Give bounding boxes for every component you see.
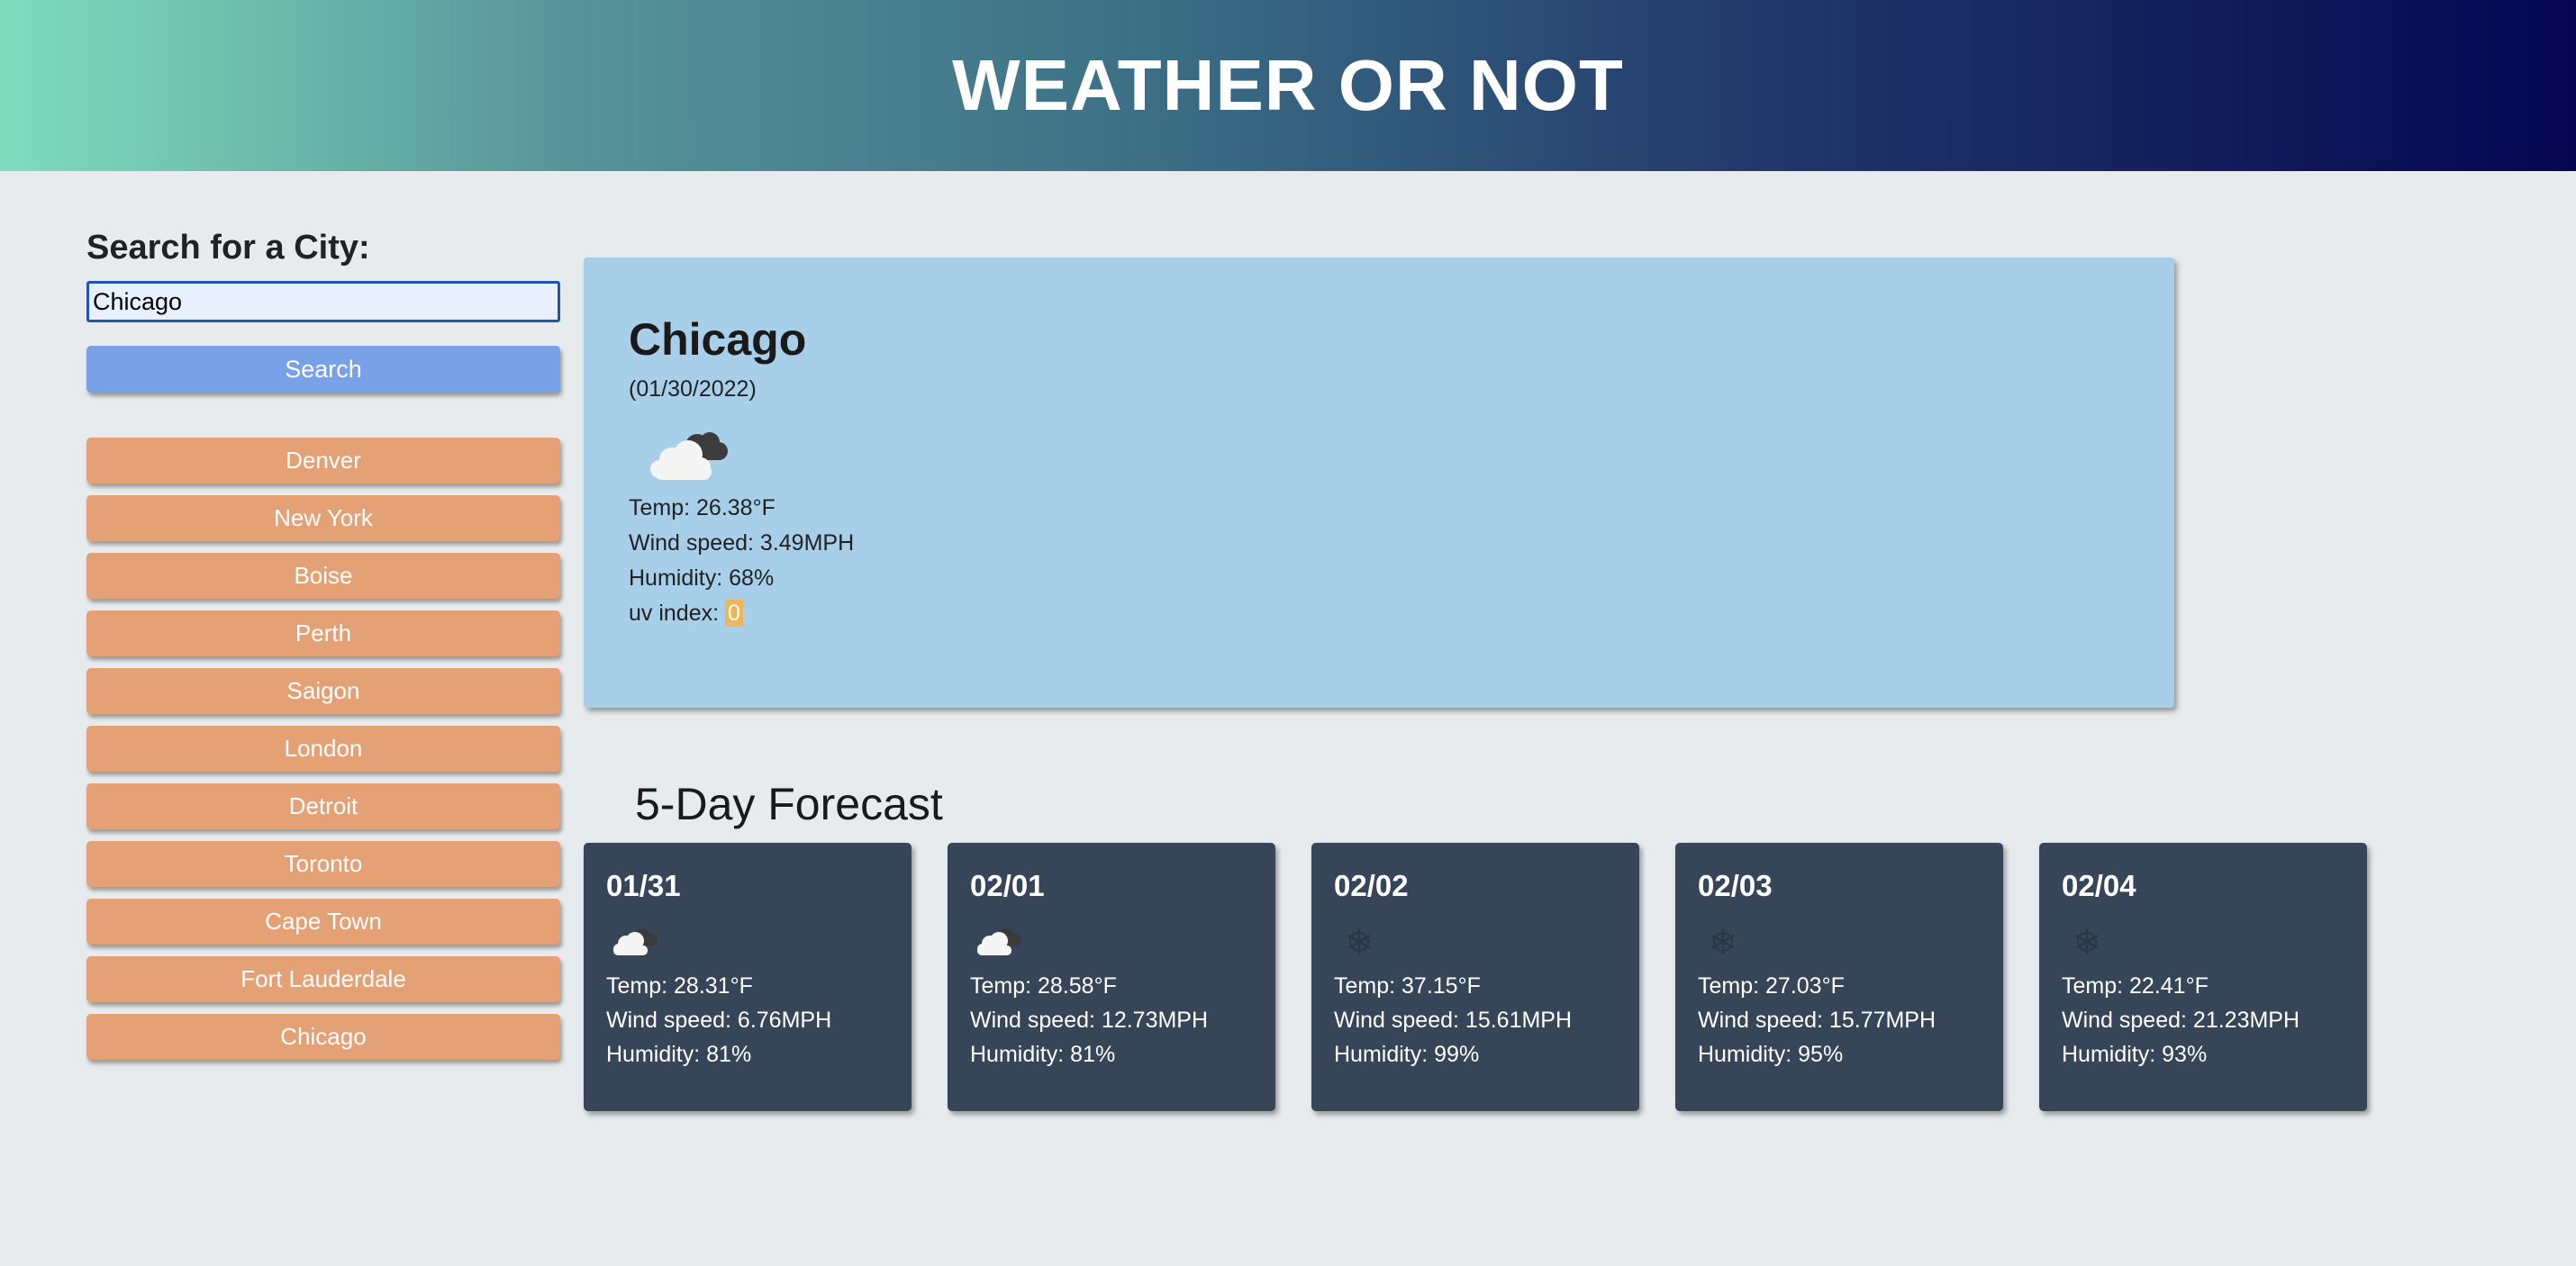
current-city-name: Chicago — [629, 314, 807, 365]
search-input[interactable] — [86, 281, 560, 322]
cloudy-icon — [641, 419, 731, 491]
sidebar: Search for a City: Search Denver New Yor… — [86, 225, 562, 1072]
history-item-saigon[interactable]: Saigon — [86, 668, 560, 714]
forecast-card: 01/31 Temp: 28.31°F Wind speed: 6.76MPH … — [584, 843, 912, 1111]
forecast-wind: Wind speed: 15.77MPH — [1698, 1008, 1937, 1033]
history-item-denver[interactable]: Denver — [86, 438, 560, 484]
history-item-boise[interactable]: Boise — [86, 553, 560, 599]
history-item-perth[interactable]: Perth — [86, 610, 560, 656]
history-item-cape-town[interactable]: Cape Town — [86, 899, 560, 945]
forecast-date: 02/04 — [2062, 869, 2136, 902]
forecast-temp: Temp: 27.03°F — [1698, 973, 1845, 999]
forecast-date: 02/03 — [1698, 869, 1773, 902]
forecast-temp: Temp: 37.15°F — [1334, 973, 1481, 999]
forecast-temp: Temp: 22.41°F — [2062, 973, 2209, 999]
forecast-humidity: Humidity: 95% — [1698, 1042, 1844, 1067]
forecast-temp: Temp: 28.58°F — [970, 973, 1117, 999]
uv-label: uv index: — [629, 601, 726, 626]
forecast-row: 01/31 Temp: 28.31°F Wind speed: 6.76MPH … — [584, 843, 2367, 1111]
current-temp: Temp: 26.38°F — [629, 495, 776, 520]
search-button[interactable]: Search — [86, 346, 560, 393]
forecast-card: 02/02 Temp: 37.15°F Wind speed: 15.61MPH… — [1311, 843, 1639, 1111]
forecast-humidity: Humidity: 93% — [2062, 1042, 2208, 1067]
forecast-date: 01/31 — [606, 869, 681, 902]
cloudy-icon — [606, 917, 664, 962]
current-humidity: Humidity: 68% — [629, 565, 775, 591]
uv-badge: 0 — [725, 600, 743, 627]
current-uv: uv index: 0 — [629, 596, 2174, 631]
history-item-chicago[interactable]: Chicago — [86, 1014, 560, 1060]
search-history: Denver New York Boise Perth Saigon Londo… — [86, 438, 562, 1060]
forecast-title: 5-Day Forecast — [635, 779, 943, 829]
forecast-card: 02/01 Temp: 28.58°F Wind speed: 12.73MPH… — [948, 843, 1275, 1111]
forecast-card: 02/03 Temp: 27.03°F Wind speed: 15.77MPH… — [1675, 843, 2003, 1111]
snow-icon — [1698, 917, 1755, 962]
snow-icon — [1334, 917, 1392, 962]
app-title: WEATHER OR NOT — [952, 45, 1624, 125]
forecast-wind: Wind speed: 12.73MPH — [970, 1008, 1209, 1033]
forecast-date: 02/02 — [1334, 869, 1409, 902]
search-label: Search for a City: — [86, 229, 370, 267]
current-weather-card: Chicago (01/30/2022) Temp: 26.38°F Wind … — [584, 258, 2174, 708]
cloudy-icon — [970, 917, 1028, 962]
forecast-wind: Wind speed: 21.23MPH — [2062, 1008, 2300, 1033]
app-header: WEATHER OR NOT — [0, 0, 2576, 171]
forecast-wind: Wind speed: 6.76MPH — [606, 1008, 832, 1033]
history-item-fort-lauderdale[interactable]: Fort Lauderdale — [86, 956, 560, 1002]
history-item-new-york[interactable]: New York — [86, 495, 560, 541]
history-item-london[interactable]: London — [86, 726, 560, 772]
forecast-wind: Wind speed: 15.61MPH — [1334, 1008, 1573, 1033]
history-item-detroit[interactable]: Detroit — [86, 783, 560, 829]
forecast-humidity: Humidity: 99% — [1334, 1042, 1480, 1067]
forecast-card: 02/04 Temp: 22.41°F Wind speed: 21.23MPH… — [2039, 843, 2367, 1111]
current-date: (01/30/2022) — [629, 376, 757, 402]
history-item-toronto[interactable]: Toronto — [86, 841, 560, 887]
forecast-temp: Temp: 28.31°F — [606, 973, 753, 999]
forecast-humidity: Humidity: 81% — [606, 1042, 752, 1067]
current-wind: Wind speed: 3.49MPH — [629, 530, 855, 556]
snow-icon — [2062, 917, 2119, 962]
forecast-humidity: Humidity: 81% — [970, 1042, 1116, 1067]
forecast-date: 02/01 — [970, 869, 1045, 902]
